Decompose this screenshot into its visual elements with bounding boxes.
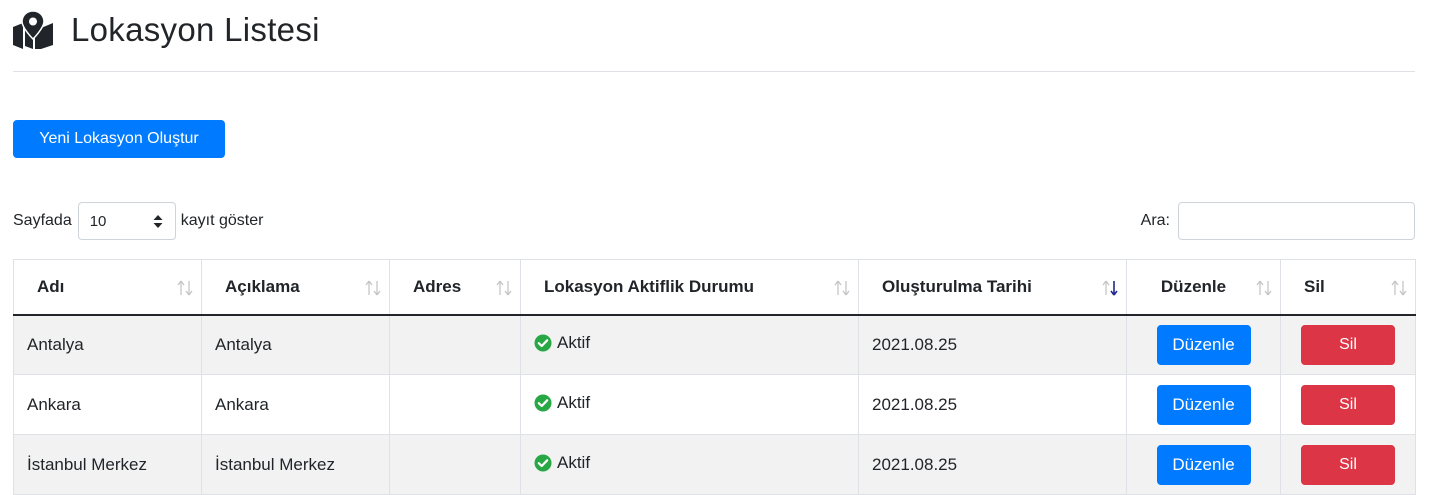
sort-icon [365, 280, 381, 296]
page-length-prefix: Sayfada [13, 212, 72, 229]
cell-name: Antalya [13, 314, 202, 375]
new-location-button[interactable]: Yeni Lokasyon Oluştur [13, 120, 225, 158]
search-control: Ara: [1141, 202, 1415, 240]
table-row: Ankara Ankara Aktif 2021.08.25 Düzenle S… [13, 374, 1416, 435]
table-row: Antalya Antalya Aktif 2021.08.25 Düzenle… [13, 314, 1416, 375]
check-circle-icon [534, 394, 552, 411]
page-length-select[interactable]: 10 [77, 202, 176, 240]
column-header-status[interactable]: Lokasyon Aktiflik Durumu [520, 259, 859, 316]
table-header-row: Adı Açıklama Adres Lokasyon Aktiflik Dur… [13, 259, 1416, 316]
map-marker-icon [13, 11, 53, 49]
status-badge: Aktif [534, 333, 590, 353]
search-input[interactable] [1178, 202, 1415, 240]
cell-status: Aktif [520, 434, 859, 495]
status-badge: Aktif [534, 453, 590, 473]
check-circle-icon [534, 454, 552, 471]
cell-description: Ankara [201, 374, 390, 435]
delete-button[interactable]: Sil [1301, 324, 1395, 365]
column-header-address[interactable]: Adres [389, 259, 521, 316]
cell-address [389, 374, 521, 435]
column-header-edit[interactable]: Düzenle [1126, 259, 1281, 316]
page-title: Lokasyon Listesi [71, 11, 320, 48]
page-length-control: Sayfada 10 kayıt göster [13, 202, 263, 240]
column-header-name[interactable]: Adı [13, 259, 202, 316]
cell-created: 2021.08.25 [858, 314, 1127, 375]
search-label: Ara: [1140, 212, 1170, 229]
sort-icon [1256, 280, 1272, 296]
sort-icon [177, 280, 193, 296]
cell-name: Ankara [13, 374, 202, 435]
column-header-delete[interactable]: Sil [1280, 259, 1416, 316]
cell-delete: Sil [1280, 434, 1416, 495]
column-header-created[interactable]: Oluşturulma Tarihi [858, 259, 1127, 316]
cell-description: İstanbul Merkez [201, 434, 390, 495]
page-length-suffix: kayıt göster [180, 212, 264, 229]
status-badge: Aktif [534, 393, 590, 413]
cell-delete: Sil [1280, 374, 1416, 435]
page-length-value: 10 [89, 212, 107, 230]
locations-table: Adı Açıklama Adres Lokasyon Aktiflik Dur… [13, 259, 1416, 495]
delete-button[interactable]: Sil [1301, 444, 1395, 485]
cell-edit: Düzenle [1126, 434, 1281, 495]
cell-address [389, 314, 521, 375]
status-label: Aktif [557, 452, 591, 472]
cell-name: İstanbul Merkez [13, 434, 202, 495]
cell-edit: Düzenle [1126, 314, 1281, 375]
cell-description: Antalya [201, 314, 390, 375]
page-header: Lokasyon Listesi [13, 10, 320, 50]
sort-icon [834, 280, 850, 296]
sort-icon [496, 280, 512, 296]
cell-status: Aktif [520, 374, 859, 435]
cell-edit: Düzenle [1126, 374, 1281, 435]
cell-delete: Sil [1280, 314, 1416, 375]
edit-button[interactable]: Düzenle [1156, 324, 1251, 365]
sort-icon [1391, 280, 1407, 296]
cell-created: 2021.08.25 [858, 374, 1127, 435]
edit-button[interactable]: Düzenle [1156, 384, 1251, 425]
sort-desc-icon [1102, 280, 1118, 296]
cell-status: Aktif [520, 314, 859, 375]
table-row: İstanbul Merkez İstanbul Merkez Aktif 20… [13, 434, 1416, 495]
select-updown-icon [153, 215, 163, 228]
cell-address [389, 434, 521, 495]
status-label: Aktif [557, 392, 591, 412]
edit-button[interactable]: Düzenle [1156, 444, 1251, 485]
column-header-description[interactable]: Açıklama [201, 259, 390, 316]
header-divider [13, 71, 1415, 72]
cell-created: 2021.08.25 [858, 434, 1127, 495]
status-label: Aktif [557, 332, 591, 352]
delete-button[interactable]: Sil [1301, 384, 1395, 425]
check-circle-icon [534, 334, 552, 352]
